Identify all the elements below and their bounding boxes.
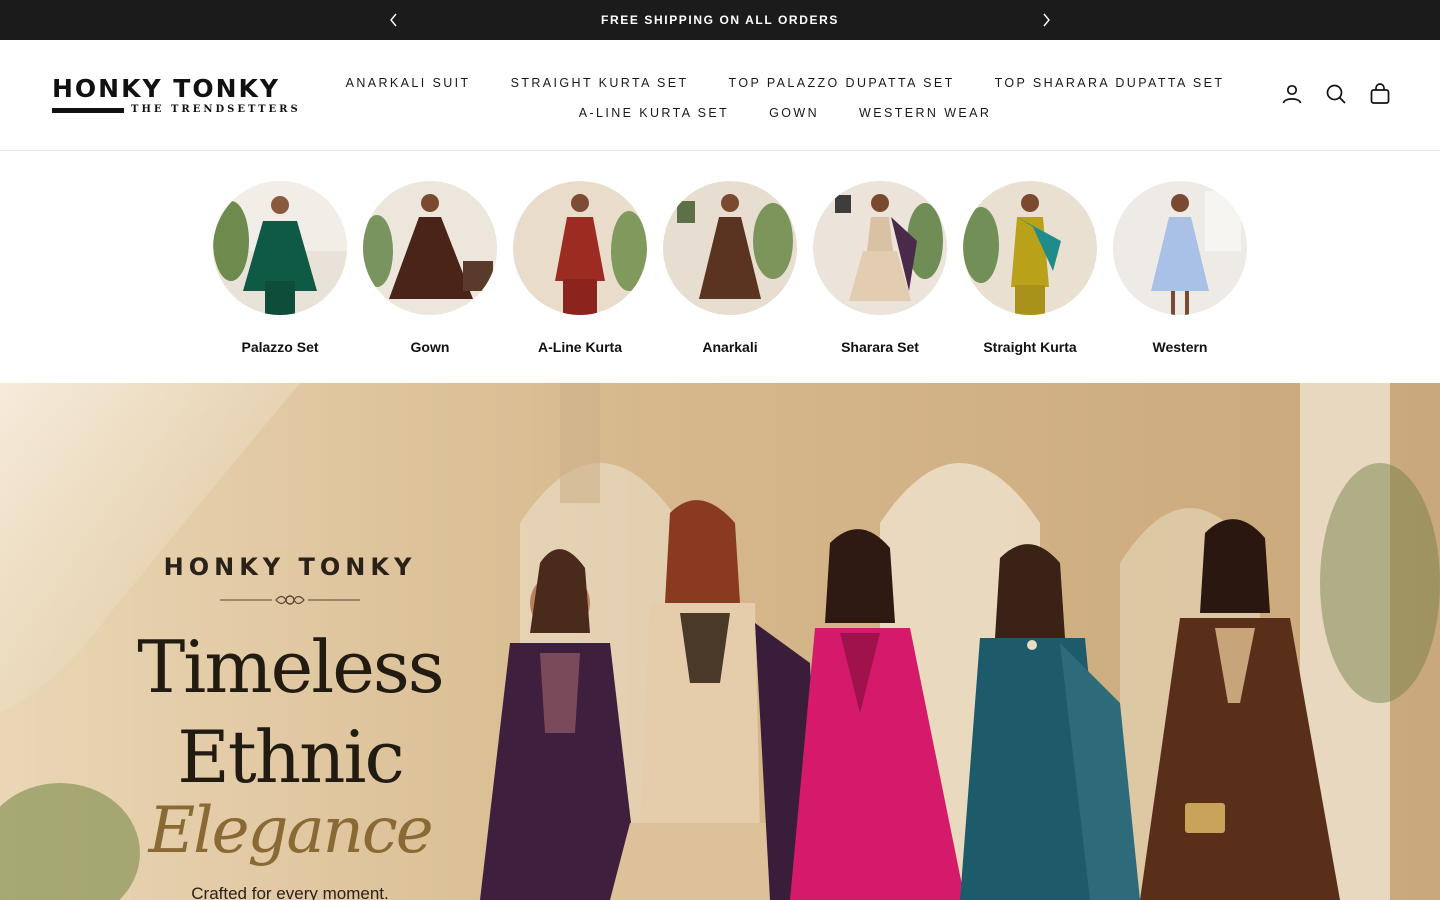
nav-gown[interactable]: GOWN [769, 106, 819, 120]
category-image [363, 181, 497, 315]
nav-straight-kurta-set[interactable]: STRAIGHT KURTA SET [511, 76, 689, 90]
search-icon[interactable] [1324, 82, 1348, 106]
nav-top-sharara-dupatta-set[interactable]: TOP SHARARA DUPATTA SET [995, 76, 1225, 90]
hero-copy: HONKY TONKY Timeless Ethnic Elegance Cra… [90, 553, 490, 900]
site-logo[interactable]: HONKY TONKY THE TRENDSETTERS [52, 74, 298, 118]
category-label: Anarkali [702, 339, 758, 355]
logo-bar [52, 108, 124, 113]
chevron-right-icon[interactable] [1036, 10, 1056, 30]
category-label: Straight Kurta [983, 339, 1077, 355]
hero-headline-1: Timeless [137, 625, 444, 709]
logo-name: HONKY TONKY [52, 74, 280, 103]
logo-tagline: THE TRENDSETTERS [131, 104, 301, 115]
category-label: Palazzo Set [241, 339, 319, 355]
site-header: HONKY TONKY THE TRENDSETTERS ANARKALI SU… [0, 40, 1440, 151]
category-label: Gown [410, 339, 450, 355]
category-image [963, 181, 1097, 315]
announcement-text: FREE SHIPPING ON ALL ORDERS [601, 13, 839, 27]
announcement-bar: FREE SHIPPING ON ALL ORDERS [0, 0, 1440, 40]
hero-headline-3: Elegance [148, 794, 433, 868]
category-strip: Palazzo Set Gown A-Line Kurta Anarkali S… [0, 151, 1440, 383]
category-gown[interactable]: Gown [355, 181, 505, 355]
hero-brand: HONKY TONKY [163, 553, 417, 581]
category-image [663, 181, 797, 315]
category-image [813, 181, 947, 315]
nav-row-2: A-LINE KURTA SET GOWN WESTERN WEAR [320, 98, 1250, 128]
nav-a-line-kurta-set[interactable]: A-LINE KURTA SET [579, 106, 729, 120]
ornament-divider-icon [220, 595, 360, 605]
category-image [513, 181, 647, 315]
category-label: A-Line Kurta [538, 339, 622, 355]
category-image [213, 181, 347, 315]
category-image [1113, 181, 1247, 315]
cart-icon[interactable] [1368, 82, 1392, 106]
account-icon[interactable] [1280, 82, 1304, 106]
hero-headline-2: Ethnic [177, 715, 405, 799]
main-nav: ANARKALI SUIT STRAIGHT KURTA SET TOP PAL… [320, 68, 1250, 128]
category-anarkali[interactable]: Anarkali [655, 181, 805, 355]
category-straight-kurta[interactable]: Straight Kurta [955, 181, 1105, 355]
nav-row-1: ANARKALI SUIT STRAIGHT KURTA SET TOP PAL… [320, 68, 1250, 98]
nav-top-palazzo-dupatta-set[interactable]: TOP PALAZZO DUPATTA SET [729, 76, 955, 90]
category-western[interactable]: Western [1105, 181, 1255, 355]
category-sharara-set[interactable]: Sharara Set [805, 181, 955, 355]
nav-western-wear[interactable]: WESTERN WEAR [859, 106, 991, 120]
hero-subtext: Crafted for every moment. [191, 884, 389, 900]
nav-anarkali-suit[interactable]: ANARKALI SUIT [346, 76, 471, 90]
header-icons [1280, 82, 1392, 106]
hero-banner[interactable]: HONKY TONKY Timeless Ethnic Elegance Cra… [0, 383, 1440, 900]
category-label: Western [1152, 339, 1208, 355]
category-palazzo-set[interactable]: Palazzo Set [205, 181, 355, 355]
category-a-line-kurta[interactable]: A-Line Kurta [505, 181, 655, 355]
category-label: Sharara Set [841, 339, 919, 355]
